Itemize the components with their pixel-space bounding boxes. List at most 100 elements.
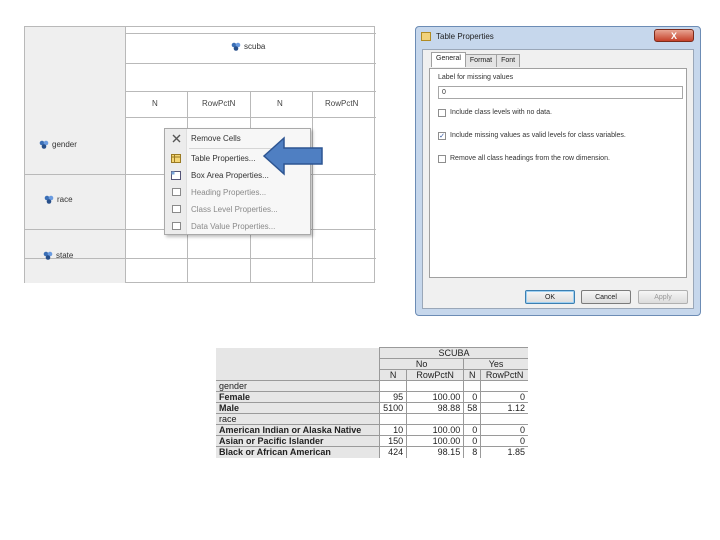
row-variable-state[interactable]: state [43,251,73,260]
data-value-icon [165,222,187,230]
table-cell: 424 [379,446,407,458]
grid-line [126,117,376,118]
table-cell: 0 [463,391,481,403]
level-header: No [379,358,464,370]
table-cell: 0 [480,424,528,436]
table-cell: 100.00 [406,435,464,447]
stat-header: N [152,99,158,108]
column-variable-scuba[interactable]: scuba [231,42,265,51]
stat-header: N [379,369,407,381]
column-variable-label: scuba [244,42,266,51]
output-table: SCUBA No Yes N RowPctN N RowPctN gender F… [216,347,528,458]
grid-line [25,258,376,259]
close-button[interactable]: X [654,29,694,42]
tab-strip: General Format Font [431,52,521,67]
class-level-icon [165,205,187,213]
missing-values-label: Label for missing values [438,74,514,81]
table-row: Asian or Pacific Islander 150 100.00 0 0 [216,435,528,447]
row-stub [25,27,126,283]
stat-header: RowPctN [202,99,236,108]
stat-header: N [463,369,481,381]
ok-button[interactable]: OK [525,290,575,304]
table-cell [379,380,407,392]
row-variable-label: race [57,195,73,204]
table-row: American Indian or Alaska Native 10 100.00… [216,424,528,436]
table-cell: 150 [379,435,407,447]
row-label: Asian or Pacific Islander [216,435,381,447]
column-variable-header: SCUBA [379,347,528,359]
table-cell: 98.15 [406,446,464,458]
cancel-button[interactable]: Cancel [581,290,631,304]
table-cell [463,413,481,425]
row-label: American Indian or Alaska Native [216,424,381,436]
box-area-icon [165,170,187,180]
checkbox-label: Include class levels with no data. [450,109,552,116]
table-cell: 95 [379,391,407,403]
row-variable-label: state [56,251,74,260]
table-cell: 1.85 [480,446,528,458]
table-row: Female 95 100.00 0 0 [216,391,528,403]
table-cell [480,413,528,425]
level-header: Yes [463,358,528,370]
table-cell: 100.00 [406,424,464,436]
heading-icon [165,188,187,196]
checkbox-include-empty-levels[interactable] [438,109,446,117]
checkbox-label: Remove all class headings from the row d… [450,155,610,162]
table-cell: 10 [379,424,407,436]
row-label: gender [216,380,381,392]
menu-item-data-value-properties[interactable]: Data Value Properties... [165,218,310,234]
menu-item-heading-properties[interactable]: Heading Properties... [165,184,310,200]
table-row: Black or African American 424 98.15 8 1.85 [216,446,528,458]
table-row: gender [216,380,528,392]
checkbox-remove-class-headings[interactable] [438,155,446,163]
dialog-title: Table Properties [436,31,494,41]
grid-line [126,91,376,92]
grid-line [312,91,313,283]
table-cell [406,380,464,392]
menu-item-class-level-properties[interactable]: Class Level Properties... [165,201,310,217]
class-variable-icon [43,251,53,260]
table-cell [379,413,407,425]
checkbox-label: Include missing values as valid levels f… [450,132,626,139]
class-variable-icon [44,195,54,204]
table-cell: 100.00 [406,391,464,403]
row-variable-label: gender [52,140,77,149]
corner-cell [216,347,381,381]
table-cell: 58 [463,402,481,414]
table-cell: 1.12 [480,402,528,414]
stat-header: RowPctN [480,369,528,381]
stat-header: RowPctN [325,99,359,108]
row-label: Male [216,402,381,414]
checkbox-include-missing[interactable]: ✓ [438,132,446,140]
grid-line [126,33,376,34]
table-properties-dialog: Table Properties X General Format Font L… [415,26,701,316]
class-variable-icon [231,42,241,51]
table-cell: 0 [480,391,528,403]
dialog-client-area: General Format Font Label for missing va… [422,49,694,309]
table-row: Male 5100 98.88 58 1.12 [216,402,528,414]
row-label: race [216,413,381,425]
tab-format[interactable]: Format [464,54,498,67]
table-cell: 0 [463,424,481,436]
grid-line [126,63,376,64]
output-table-region: SCUBA No Yes N RowPctN N RowPctN gender F… [216,347,528,471]
class-variable-icon [39,140,49,149]
table-cell: 5100 [379,402,407,414]
table-cell [463,380,481,392]
row-label: Female [216,391,381,403]
row-variable-gender[interactable]: gender [39,140,77,149]
general-tab-panel: Label for missing values 0 Include class… [429,68,687,278]
tab-general[interactable]: General [431,52,466,67]
missing-values-input[interactable]: 0 [438,86,683,99]
pointer-arrow-icon [262,136,323,176]
table-icon [165,153,187,163]
table-cell: 98.88 [406,402,464,414]
table-cell [480,380,528,392]
tab-font[interactable]: Font [496,54,521,67]
table-icon [421,31,431,41]
table-cell: 0 [463,435,481,447]
stat-header: RowPctN [406,369,464,381]
apply-button[interactable]: Apply [638,290,688,304]
row-variable-race[interactable]: race [44,195,73,204]
table-cell: 0 [480,435,528,447]
